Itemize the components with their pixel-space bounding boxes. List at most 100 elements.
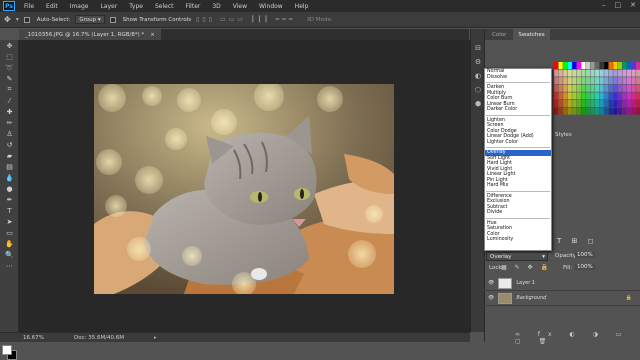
swatch-cell[interactable] — [558, 77, 563, 85]
swatch-cell[interactable] — [581, 100, 586, 107]
swatch-cell[interactable] — [576, 107, 581, 115]
fill-value[interactable]: 100% — [575, 264, 595, 270]
layer-name[interactable]: Layer 1 — [516, 280, 535, 286]
swatch-cell[interactable] — [554, 77, 559, 85]
swatch-cell[interactable] — [558, 92, 563, 100]
layer-row-background[interactable]: 👁 Background 🔒 — [484, 291, 640, 306]
type-tool-icon[interactable]: T — [0, 205, 19, 216]
swatch-cell[interactable] — [608, 84, 613, 92]
swatch-cell[interactable] — [636, 77, 640, 85]
swatch-cell[interactable] — [613, 92, 618, 100]
swatch-cell[interactable] — [554, 84, 559, 92]
swatch-cell[interactable] — [604, 92, 609, 100]
swatch-cell[interactable] — [613, 107, 618, 115]
swatch-cell[interactable] — [590, 100, 595, 107]
swatch-cell[interactable] — [599, 100, 604, 107]
layer-row-layer1[interactable]: 👁 Layer 1 — [484, 276, 640, 291]
blend-mode-select[interactable]: Overlay ▾ — [486, 252, 548, 261]
swatch-cell[interactable] — [599, 62, 604, 69]
swatch-cell[interactable] — [636, 84, 640, 92]
transform-controls-checkbox[interactable] — [109, 16, 116, 23]
swatch-cell[interactable] — [563, 62, 568, 69]
swatch-cell[interactable] — [617, 77, 622, 85]
swatch-cell[interactable] — [622, 107, 627, 115]
menu-image[interactable]: Image — [64, 3, 95, 10]
swatch-cell[interactable] — [595, 69, 600, 77]
swatch-cell[interactable] — [613, 69, 618, 77]
swatch-cell[interactable] — [576, 84, 581, 92]
swatch-cell[interactable] — [590, 62, 595, 69]
eraser-tool-icon[interactable]: ▰ — [0, 150, 19, 161]
3d-panel-icon[interactable]: ⬡ — [471, 83, 485, 97]
crop-tool-icon[interactable]: ⌗ — [0, 84, 19, 95]
swatch-cell[interactable] — [576, 77, 581, 85]
swatch-cell[interactable] — [572, 69, 577, 77]
swatch-cell[interactable] — [604, 69, 609, 77]
document-image[interactable] — [94, 84, 394, 294]
swatch-cell[interactable] — [617, 92, 622, 100]
swatch-cell[interactable] — [567, 100, 572, 107]
zoom-tool-icon[interactable]: 🔍 — [0, 249, 19, 260]
blend-mode-option[interactable]: Hard Mix — [485, 183, 551, 189]
swatch-cell[interactable] — [608, 100, 613, 107]
swatch-cell[interactable] — [595, 92, 600, 100]
swatch-cell[interactable] — [590, 77, 595, 85]
blend-mode-list[interactable]: Normal Dissolve Darken Multiply Color Burn Li… — [484, 68, 552, 251]
blend-mode-option[interactable]: Darker Color — [485, 107, 551, 113]
swatch-cell[interactable] — [631, 77, 636, 85]
swatch-cell[interactable] — [617, 107, 622, 115]
swatch-cell[interactable] — [572, 92, 577, 100]
swatch-cell[interactable] — [590, 69, 595, 77]
swatch-cell[interactable] — [567, 62, 572, 69]
blend-mode-option[interactable]: Lighter Color — [485, 140, 551, 146]
swatch-cell[interactable] — [608, 62, 613, 69]
swatch-cell[interactable] — [631, 69, 636, 77]
brush-tool-icon[interactable]: ✏ — [0, 117, 19, 128]
swatch-cell[interactable] — [604, 100, 609, 107]
blend-mode-option[interactable]: Dissolve — [485, 75, 551, 81]
swatch-cell[interactable] — [581, 62, 586, 69]
canvas-area[interactable] — [19, 40, 470, 332]
lock-icons[interactable]: ▦ ✎ ✥ 🔒 — [501, 264, 551, 271]
swatch-cell[interactable] — [554, 100, 559, 107]
swatch-cell[interactable] — [599, 69, 604, 77]
path-select-tool-icon[interactable]: ➤ — [0, 216, 19, 227]
swatch-cell[interactable] — [622, 77, 627, 85]
swatch-cell[interactable] — [558, 107, 563, 115]
menu-select[interactable]: Select — [149, 3, 180, 10]
swatch-cell[interactable] — [585, 77, 591, 85]
layers-footer-icons[interactable]: ∞ fx ◐ ◑ ▭ ▢ 🗑 — [515, 331, 640, 345]
maximize-icon[interactable]: □ — [615, 1, 622, 9]
swatch-cell[interactable] — [636, 92, 640, 100]
marquee-tool-icon[interactable]: ⬚ — [0, 51, 19, 62]
clone-stamp-tool-icon[interactable]: ♙ — [0, 128, 19, 139]
swatch-cell[interactable] — [622, 100, 627, 107]
history-brush-tool-icon[interactable]: ↺ — [0, 139, 19, 150]
blur-tool-icon[interactable]: 💧 — [0, 172, 19, 183]
swatch-cell[interactable] — [613, 84, 618, 92]
swatch-cell[interactable] — [626, 62, 632, 69]
swatch-cell[interactable] — [622, 62, 627, 69]
swatch-cell[interactable] — [585, 92, 591, 100]
menu-type[interactable]: Type — [123, 3, 149, 10]
swatch-cell[interactable] — [631, 107, 636, 115]
more-tools-icon[interactable]: ⋯ — [0, 260, 19, 271]
minimize-icon[interactable]: – — [602, 1, 606, 9]
menu-help[interactable]: Help — [289, 3, 315, 10]
swatch-cell[interactable] — [572, 84, 577, 92]
swatch-cell[interactable] — [636, 100, 640, 107]
swatch-cell[interactable] — [631, 92, 636, 100]
swatch-cell[interactable] — [613, 77, 618, 85]
visibility-eye-icon[interactable]: 👁 — [488, 280, 494, 286]
swatch-cell[interactable] — [563, 77, 568, 85]
swatch-cell[interactable] — [576, 69, 581, 77]
auto-select-checkbox[interactable] — [23, 16, 30, 23]
swatch-cell[interactable] — [626, 69, 632, 77]
move-tool-icon[interactable]: ✥ — [4, 15, 11, 24]
swatch-cell[interactable] — [599, 107, 604, 115]
swatch-cell[interactable] — [599, 77, 604, 85]
swatch-cell[interactable] — [622, 69, 627, 77]
swatch-cell[interactable] — [581, 69, 586, 77]
swatch-cell[interactable] — [585, 84, 591, 92]
swatch-cell[interactable] — [626, 107, 632, 115]
